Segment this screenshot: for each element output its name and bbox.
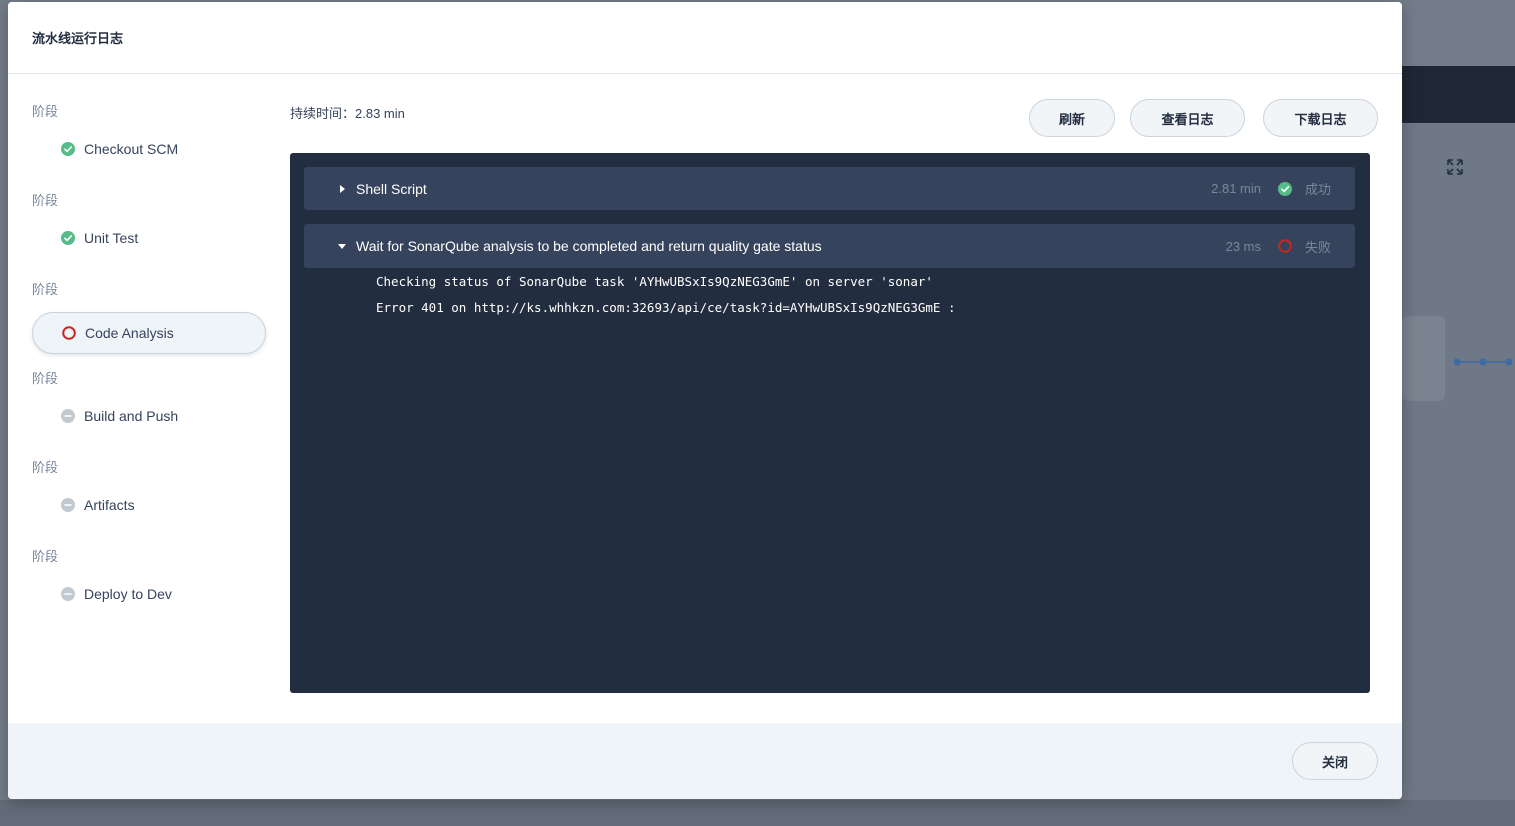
stage-name: Checkout SCM: [84, 141, 179, 157]
stage-item-build-and-push[interactable]: Build and Push: [32, 395, 266, 437]
step-status: 成功: [1304, 182, 1331, 197]
log-panel: Shell Script 2.81 min 成功 Wait for SonarQ…: [290, 153, 1370, 693]
expand-icon: [1447, 159, 1463, 175]
check-circle-icon: [61, 231, 75, 245]
log-line: Error 401 on http://ks.whhkzn.com:32693/…: [376, 300, 956, 315]
stage-label: 阶段: [32, 460, 59, 475]
step-status: 失败: [1304, 239, 1331, 255]
stage-group: 阶段 Code Analysis: [32, 281, 272, 354]
stage-label: 阶段: [32, 371, 59, 386]
stage-group: 阶段 Deploy to Dev: [32, 548, 272, 602]
stage-name: Unit Test: [84, 230, 139, 246]
stage-name: Build and Push: [84, 408, 179, 424]
error-circle-icon: [62, 326, 76, 340]
close-button[interactable]: 关闭: [1292, 742, 1378, 780]
caret-right-icon[interactable]: [337, 184, 347, 194]
modal-header: 流水线运行日志: [8, 2, 1402, 74]
stage-label: 阶段: [32, 282, 59, 297]
pipeline-graph-icon: [1453, 358, 1513, 366]
step-duration: 2.81 min: [1211, 181, 1261, 196]
modal-title: 流水线运行日志: [32, 31, 124, 46]
step-duration: 23 ms: [1225, 238, 1261, 254]
log-line: Checking status of SonarQube task 'AYHwU…: [376, 274, 933, 289]
stage-item-artifacts[interactable]: Artifacts: [32, 484, 266, 526]
stage-label: 阶段: [32, 193, 59, 208]
stage-item-checkout-scm[interactable]: Checkout SCM: [32, 128, 266, 170]
step-row-shell-script[interactable]: Shell Script 2.81 min 成功: [304, 167, 1355, 210]
stage-label: 阶段: [32, 549, 59, 564]
pipeline-log-modal: 流水线运行日志 阶段 Checkout SCM 阶段 Unit Test 阶段 Code …: [8, 2, 1402, 799]
stage-label: 阶段: [32, 104, 59, 119]
stage-name: Code Analysis: [85, 325, 174, 341]
stage-name: Artifacts: [84, 497, 135, 513]
duration-text: 持续时间：2.83 min: [290, 106, 405, 121]
download-log-button[interactable]: 下载日志: [1263, 99, 1378, 137]
view-log-button[interactable]: 查看日志: [1130, 99, 1245, 137]
stage-name: Deploy to Dev: [84, 586, 172, 602]
minus-circle-icon: [61, 498, 75, 512]
log-main: 持续时间：2.83 min 刷新 查看日志 下载日志 Shell Script …: [290, 75, 1380, 715]
refresh-button[interactable]: 刷新: [1029, 99, 1115, 137]
step-row-sonarqube[interactable]: Wait for SonarQube analysis to be comple…: [304, 224, 1355, 268]
check-circle-icon: [61, 142, 75, 156]
background-header-bar: [1402, 66, 1515, 123]
error-circle-icon: [1278, 239, 1292, 253]
log-output: Checking status of SonarQube task 'AYHwU…: [376, 269, 955, 321]
step-title: Shell Script: [356, 180, 427, 197]
stage-group: 阶段 Build and Push: [32, 370, 272, 424]
minus-circle-icon: [61, 587, 75, 601]
stage-item-deploy-to-dev[interactable]: Deploy to Dev: [32, 573, 266, 615]
stage-item-unit-test[interactable]: Unit Test: [32, 217, 266, 259]
stage-sidebar: 阶段 Checkout SCM 阶段 Unit Test 阶段 Code Analysis…: [32, 75, 272, 715]
stage-group: 阶段 Checkout SCM: [32, 103, 272, 157]
background-panel: [1402, 316, 1445, 401]
step-title: Wait for SonarQube analysis to be comple…: [356, 238, 822, 254]
modal-body: 阶段 Checkout SCM 阶段 Unit Test 阶段 Code Analysis…: [8, 75, 1402, 723]
stage-item-code-analysis[interactable]: Code Analysis: [32, 312, 266, 354]
background-card: [1402, 124, 1515, 826]
background-bottom: [0, 800, 1515, 826]
check-circle-icon: [1278, 181, 1292, 196]
minus-circle-icon: [61, 409, 75, 423]
caret-down-icon[interactable]: [337, 241, 347, 251]
stage-group: 阶段 Artifacts: [32, 459, 272, 513]
modal-footer: 关闭: [8, 723, 1402, 799]
stage-group: 阶段 Unit Test: [32, 192, 272, 246]
